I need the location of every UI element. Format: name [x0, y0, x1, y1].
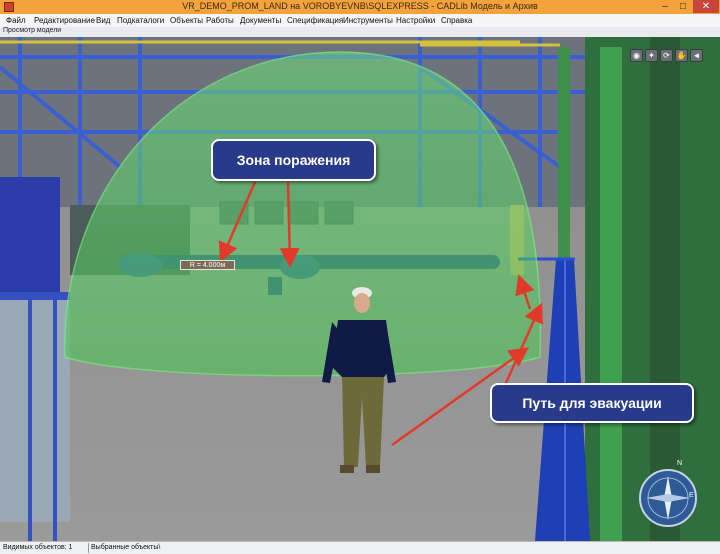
walk-icon[interactable]: ✦ — [645, 49, 658, 62]
title-bar: VR_DEMO_PROM_LAND на VOROBYEVNB\SQLEXPRE… — [0, 0, 720, 14]
menu-documents[interactable]: Документы — [240, 16, 281, 25]
menu-works[interactable]: Работы — [206, 16, 234, 25]
minimize-button[interactable]: – — [657, 0, 673, 13]
status-bar: Видимых объектов: 1 Выбранные объекты\ — [0, 541, 720, 554]
menu-tools[interactable]: Инструменты — [343, 16, 393, 25]
eye-icon[interactable]: ◉ — [630, 49, 643, 62]
left-platform-edge — [0, 292, 70, 300]
menu-specification[interactable]: Спецификация — [287, 16, 343, 25]
green-column — [600, 47, 622, 541]
visible-objects-count: Видимых объектов: 1 — [3, 544, 73, 551]
compass-east-label: E — [689, 492, 694, 499]
model-viewport[interactable]: N E ◉ ✦ ⟳ ✋ ◄ Зона поражения R = 4.000м … — [0, 37, 720, 541]
window-title: VR_DEMO_PROM_LAND на VOROBYEVNB\SQLEXPRE… — [182, 1, 538, 11]
close-button[interactable]: ✕ — [693, 0, 719, 13]
maximize-button[interactable]: □ — [675, 0, 691, 13]
fly-icon[interactable]: ◄ — [690, 49, 703, 62]
menu-help[interactable]: Справка — [441, 16, 472, 25]
hand-icon[interactable]: ✋ — [675, 49, 688, 62]
status-separator — [88, 543, 89, 553]
radius-label: R = 4.000м — [180, 260, 235, 270]
left-platform — [0, 292, 70, 522]
orbit-icon[interactable]: ⟳ — [660, 49, 673, 62]
menu-edit[interactable]: Редактирование — [34, 16, 95, 25]
menu-objects[interactable]: Объекты — [170, 16, 203, 25]
scene-render — [0, 37, 720, 541]
left-blue-block — [0, 177, 60, 307]
compass-widget[interactable] — [639, 469, 697, 527]
green-post — [558, 47, 570, 267]
green-column-2 — [650, 37, 680, 541]
menu-bar: Файл Редактирование Вид Подкаталоги Объе… — [0, 14, 720, 27]
menu-subcatalogs[interactable]: Подкаталоги — [117, 16, 164, 25]
panel-title: Просмотр модели — [3, 27, 62, 34]
damage-zone-callout: Зона поражения — [211, 139, 376, 181]
selected-objects: Выбранные объекты\ — [91, 544, 161, 551]
menu-file[interactable]: Файл — [6, 16, 26, 25]
evacuation-route-callout: Путь для эвакуации — [490, 383, 694, 423]
menu-view[interactable]: Вид — [96, 16, 110, 25]
menu-settings[interactable]: Настройки — [396, 16, 435, 25]
compass-north-label: N — [677, 460, 683, 467]
